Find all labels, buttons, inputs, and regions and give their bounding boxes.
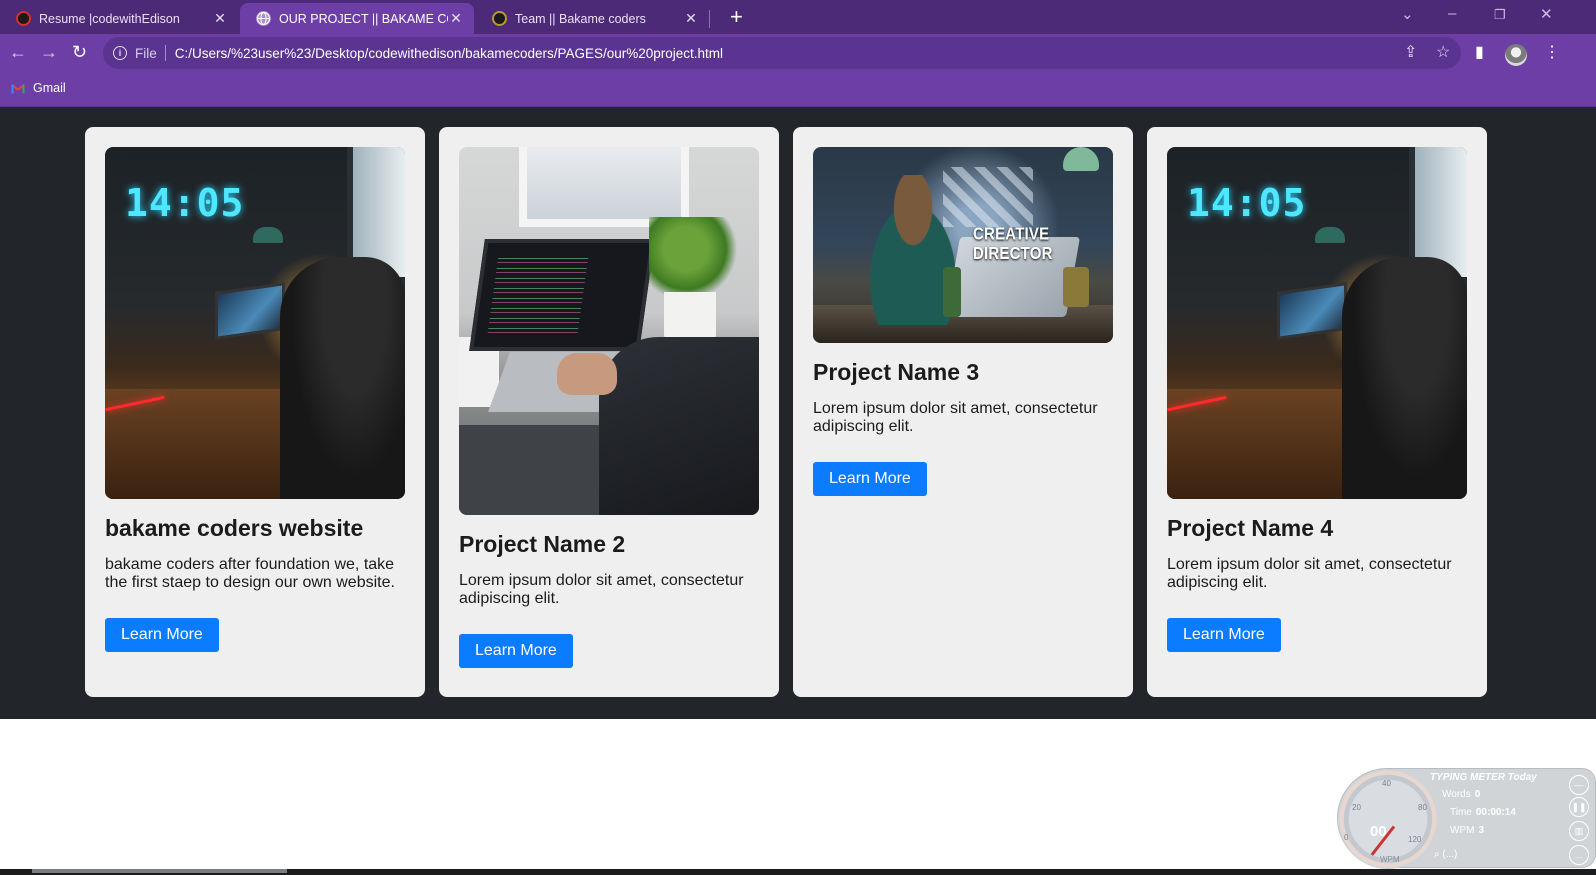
dial-tick: 120 — [1408, 835, 1422, 844]
projects-section: 14:05 bakame coders website bakame coder… — [0, 107, 1596, 719]
omnibox-divider — [164, 45, 166, 61]
learn-more-button[interactable]: Learn More — [105, 618, 219, 652]
browser-toolbar: ← → ↻ i File C:/Users/%23user%23/Desktop… — [0, 34, 1596, 72]
share-icon[interactable]: ⇪ — [1404, 42, 1417, 62]
project-image: CREATIVE DIRECTOR — [813, 147, 1113, 343]
site-favicon-icon — [16, 11, 31, 26]
project-image — [459, 147, 759, 515]
bookmarks-bar: Gmail — [0, 72, 1596, 107]
project-image: 14:05 — [1167, 147, 1467, 499]
tab-our-project[interactable]: OUR PROJECT || BAKAME CODERS ✕ — [240, 3, 474, 34]
wpm-stat: WPM 3 — [1450, 825, 1485, 836]
site-favicon-icon — [492, 11, 507, 26]
new-tab-button[interactable]: + — [730, 6, 743, 28]
project-card: 14:05 Project Name 4 Lorem ipsum dolor s… — [1147, 127, 1487, 697]
gmail-icon — [11, 83, 25, 94]
time-stat: Time 00:00:14 — [1450, 807, 1516, 818]
tab-divider — [709, 10, 710, 28]
bookmark-label: Gmail — [33, 81, 66, 95]
project-description: bakame coders after foundation we, take … — [105, 556, 395, 591]
tab-title: OUR PROJECT || BAKAME CODERS — [279, 11, 448, 26]
typing-meter-widget[interactable]: 0 20 40 80 120 00 WPM TYPING METER Today… — [1337, 768, 1596, 869]
stats-icon[interactable]: ▥ — [1569, 821, 1589, 841]
project-description: Lorem ipsum dolor sit amet, consectetur … — [1167, 556, 1452, 591]
side-panel-icon[interactable]: ▮ — [1475, 42, 1484, 62]
back-icon[interactable]: ← — [9, 42, 27, 62]
learn-more-button[interactable]: Learn More — [813, 462, 927, 496]
more-icon[interactable]: … — [1569, 845, 1589, 865]
bookmark-gmail[interactable]: Gmail — [11, 81, 66, 95]
meter-search[interactable]: ⌕ (...) — [1434, 849, 1457, 860]
url-text[interactable]: C:/Users/%23user%23/Desktop/codewithedis… — [175, 46, 723, 61]
project-card: 14:05 bakame coders website bakame coder… — [85, 127, 425, 697]
tab-search-icon[interactable]: ⌄ — [1401, 5, 1414, 23]
project-description: Lorem ipsum dolor sit amet, consectetur … — [459, 572, 744, 607]
learn-more-button[interactable]: Learn More — [459, 634, 573, 668]
taskbar-edge — [0, 869, 1596, 875]
tab-team[interactable]: Team || Bakame coders ✕ — [476, 3, 709, 34]
words-stat: Words 0 — [1442, 789, 1481, 800]
reload-icon[interactable]: ↻ — [72, 42, 87, 62]
tab-strip: Resume |codewithEdison ✕ OUR PROJECT || … — [0, 0, 1596, 34]
close-tab-icon[interactable]: ✕ — [212, 10, 228, 27]
bookmark-star-icon[interactable]: ☆ — [1436, 42, 1450, 62]
learn-more-button[interactable]: Learn More — [1167, 618, 1281, 652]
dial-value: 00 — [1370, 823, 1387, 840]
menu-kebab-icon[interactable]: ⋮ — [1544, 42, 1560, 62]
dial-tick: 40 — [1382, 779, 1391, 788]
typing-meter-title: TYPING METER Today — [1430, 772, 1537, 783]
dial-unit: WPM — [1380, 855, 1400, 864]
site-info-icon[interactable]: i — [113, 46, 127, 60]
close-window-icon[interactable]: ✕ — [1540, 5, 1553, 23]
minimize-icon[interactable]: – — [1448, 5, 1456, 22]
pause-icon[interactable]: ❚❚ — [1569, 797, 1589, 817]
address-bar[interactable]: i File C:/Users/%23user%23/Desktop/codew… — [103, 37, 1461, 69]
tab-title: Team || Bakame coders — [515, 11, 646, 26]
restore-icon[interactable]: ❐ — [1494, 7, 1506, 23]
minimize-widget-icon[interactable]: — — [1569, 775, 1589, 795]
project-title: Project Name 3 — [813, 359, 980, 385]
dial-tick: 0 — [1344, 833, 1349, 842]
project-image: 14:05 — [105, 147, 405, 499]
project-description: Lorem ipsum dolor sit amet, consectetur … — [813, 400, 1098, 435]
image-caption: CREATIVE DIRECTOR — [973, 224, 1053, 264]
globe-icon — [256, 11, 271, 26]
profile-avatar[interactable] — [1505, 44, 1527, 66]
project-title: Project Name 4 — [1167, 515, 1334, 541]
dial-tick: 80 — [1418, 803, 1427, 812]
project-card: Project Name 2 Lorem ipsum dolor sit ame… — [439, 127, 779, 697]
project-title: Project Name 2 — [459, 531, 626, 557]
close-tab-icon[interactable]: ✕ — [683, 10, 699, 27]
scheme-label: File — [135, 45, 157, 61]
project-card: CREATIVE DIRECTOR Project Name 3 Lorem i… — [793, 127, 1133, 697]
forward-icon[interactable]: → — [40, 42, 58, 62]
close-tab-icon[interactable]: ✕ — [448, 10, 464, 27]
tab-resume[interactable]: Resume |codewithEdison ✕ — [0, 3, 238, 34]
tab-title: Resume |codewithEdison — [39, 11, 180, 26]
project-title: bakame coders website — [105, 515, 364, 541]
dial-tick: 20 — [1352, 803, 1361, 812]
